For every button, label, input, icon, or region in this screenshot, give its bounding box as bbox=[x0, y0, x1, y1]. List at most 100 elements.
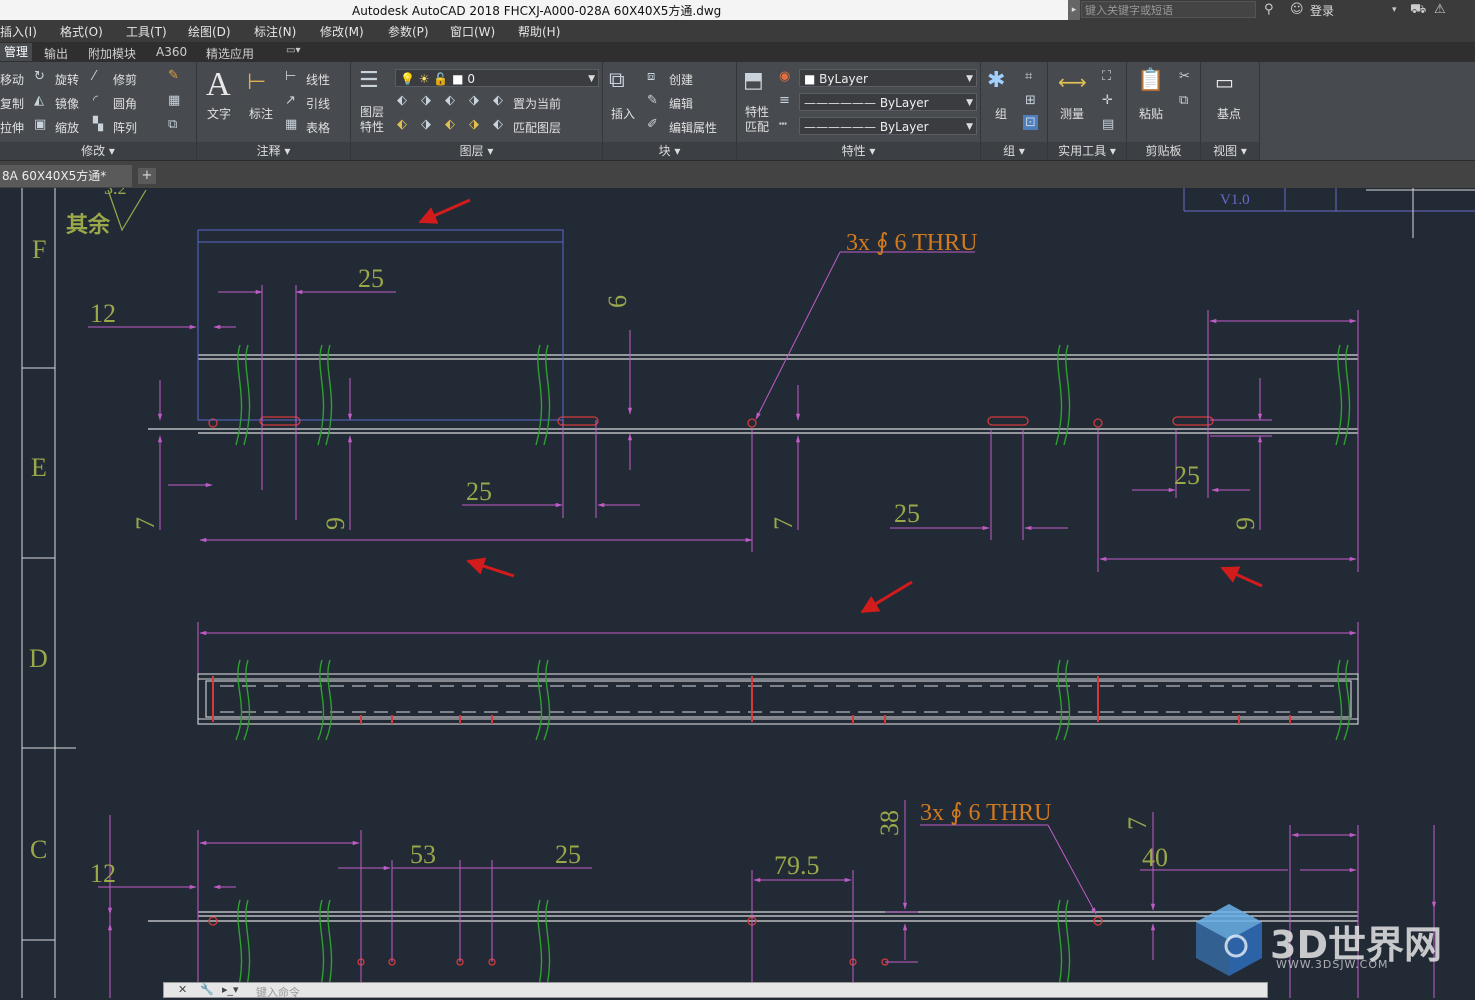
new-tab-button[interactable]: + bbox=[138, 168, 156, 184]
leader-button[interactable]: 引线 bbox=[306, 95, 330, 112]
account-icon[interactable]: ⚠ bbox=[1434, 2, 1446, 17]
panel-utilities-title[interactable]: 实用工具 ▾ bbox=[1048, 142, 1126, 160]
text-icon[interactable]: A bbox=[206, 66, 231, 104]
panel-block-title[interactable]: 块 ▾ bbox=[603, 142, 736, 160]
edit-button[interactable]: 编辑 bbox=[669, 95, 693, 112]
copy-icon[interactable]: ⧉ bbox=[1179, 93, 1188, 108]
menu-tools[interactable]: 工具(T) bbox=[126, 23, 167, 40]
edit-attributes-icon[interactable]: ✐ bbox=[647, 117, 658, 132]
quick-select-icon[interactable]: ⛶ bbox=[1102, 69, 1111, 84]
menu-format[interactable]: 格式(O) bbox=[60, 23, 103, 40]
user-icon[interactable]: ☺ bbox=[1290, 2, 1304, 17]
create-block-icon[interactable]: ⧈ bbox=[647, 69, 655, 84]
match-layer-button[interactable]: 匹配图层 bbox=[513, 119, 561, 136]
layer-tool-icon[interactable]: ⬖ bbox=[445, 117, 455, 132]
trim-button[interactable]: 修剪 bbox=[113, 71, 137, 88]
group-button[interactable]: 组 bbox=[995, 105, 1007, 122]
dimension-icon[interactable]: ⊢ bbox=[247, 70, 266, 95]
cut-icon[interactable]: ✂ bbox=[1179, 69, 1190, 84]
linetype-icon[interactable]: ┅ bbox=[779, 117, 787, 132]
tab-options-icon[interactable]: ▭▾ bbox=[286, 45, 300, 56]
move-button[interactable]: 移动 bbox=[0, 71, 24, 88]
lineweight-dropdown[interactable]: —————— ByLayer ▼ bbox=[799, 117, 977, 135]
paste-icon[interactable]: 📋 bbox=[1137, 68, 1164, 93]
text-button[interactable]: 文字 bbox=[207, 105, 231, 122]
table-icon[interactable]: ▦ bbox=[285, 117, 297, 132]
leader-icon[interactable]: ↗ bbox=[285, 93, 296, 108]
measure-button[interactable]: 测量 bbox=[1060, 105, 1084, 122]
color-wheel-icon[interactable]: ◉ bbox=[779, 69, 790, 84]
group-select-icon[interactable]: ⊡ bbox=[1023, 115, 1038, 130]
match-layer-icon[interactable]: ⬖ bbox=[493, 117, 503, 132]
linetype-dropdown[interactable]: —————— ByLayer ▼ bbox=[799, 93, 977, 111]
menu-parametric[interactable]: 参数(P) bbox=[388, 23, 429, 40]
layer-tool-icon[interactable]: ⬖ bbox=[397, 117, 407, 132]
fillet-icon[interactable]: ◜ bbox=[93, 93, 98, 108]
group-edit-icon[interactable]: ⊞ bbox=[1025, 93, 1036, 108]
tab-featured-apps[interactable]: 精选应用 bbox=[206, 45, 254, 62]
erase-icon[interactable]: ✎ bbox=[168, 68, 179, 83]
layer-tool-icon[interactable]: ⬗ bbox=[421, 117, 431, 132]
menu-help[interactable]: 帮助(H) bbox=[518, 23, 560, 40]
layer-properties-icon[interactable]: ☰ bbox=[359, 68, 379, 93]
close-icon[interactable]: ✕ bbox=[178, 983, 187, 996]
wrench-icon[interactable]: 🔧 bbox=[200, 983, 214, 996]
panel-layers-title[interactable]: 图层 ▾ bbox=[351, 142, 602, 160]
mirror-icon[interactable]: ◭ bbox=[34, 93, 44, 108]
edit-block-icon[interactable]: ✎ bbox=[647, 93, 658, 108]
menu-window[interactable]: 窗口(W) bbox=[450, 23, 495, 40]
scale-button[interactable]: 缩放 bbox=[55, 119, 79, 136]
tab-manage[interactable]: 管理 bbox=[0, 43, 33, 61]
layer-tool-icon[interactable]: ⬖ bbox=[445, 93, 455, 108]
edit-attributes-button[interactable]: 编辑属性 bbox=[669, 119, 717, 136]
panel-clipboard-title[interactable]: 剪贴板 bbox=[1127, 142, 1200, 160]
linear-icon[interactable]: ⊢ bbox=[285, 69, 296, 84]
panel-view-title[interactable]: 视图 ▾ bbox=[1201, 142, 1259, 160]
lineweight-icon[interactable]: ≡ bbox=[779, 93, 790, 108]
layer-properties-button[interactable]: 图层 特性 bbox=[360, 105, 384, 135]
document-tab[interactable]: 8A 60X40X5方通* bbox=[0, 165, 132, 187]
menu-draw[interactable]: 绘图(D) bbox=[188, 23, 231, 40]
scale-icon[interactable]: ▣ bbox=[34, 117, 46, 132]
panel-groups-title[interactable]: 组 ▾ bbox=[981, 142, 1047, 160]
dimension-button[interactable]: 标注 bbox=[249, 105, 273, 122]
search-input[interactable]: 键入关键字或短语 bbox=[1081, 1, 1256, 18]
login-dropdown-icon[interactable]: ▾ bbox=[1392, 5, 1397, 15]
measure-icon[interactable]: ⟷ bbox=[1058, 70, 1087, 94]
base-button[interactable]: 基点 bbox=[1217, 105, 1241, 122]
insert-block-icon[interactable]: ⧉ bbox=[609, 68, 625, 93]
menu-modify[interactable]: 修改(M) bbox=[320, 23, 364, 40]
insert-button[interactable]: 插入 bbox=[611, 105, 635, 122]
menu-dimension[interactable]: 标注(N) bbox=[254, 23, 296, 40]
point-icon[interactable]: ✛ bbox=[1102, 93, 1113, 108]
ungroup-icon[interactable]: ⌗ bbox=[1025, 69, 1032, 84]
match-properties-icon[interactable]: ⬒ bbox=[743, 68, 764, 93]
fillet-button[interactable]: 圆角 bbox=[113, 95, 137, 112]
paste-button[interactable]: 粘贴 bbox=[1139, 105, 1163, 122]
tab-output[interactable]: 输出 bbox=[44, 45, 68, 62]
tab-addins[interactable]: 附加模块 bbox=[88, 45, 136, 62]
layer-tool-icon[interactable]: ⬖ bbox=[397, 93, 407, 108]
drawing-canvas[interactable]: F E D C 3.2 其余 V1.0 12 25 6 7 9 25 7 25 … bbox=[0, 188, 1475, 998]
layer-tool-icon[interactable]: ⬗ bbox=[469, 93, 479, 108]
command-line[interactable]: ✕ 🔧 ▸_▾ 键入命令 bbox=[163, 982, 1268, 999]
rotate-button[interactable]: 旋转 bbox=[55, 71, 79, 88]
array-button[interactable]: 阵列 bbox=[113, 119, 137, 136]
color-dropdown[interactable]: ■ ByLayer ▼ bbox=[799, 69, 977, 87]
layer-dropdown[interactable]: 💡 ☀ 🔓 ■ 0 ▼ bbox=[395, 69, 599, 87]
prompt-icon[interactable]: ▸_▾ bbox=[222, 983, 239, 996]
cart-icon[interactable]: ⛟ bbox=[1410, 2, 1426, 19]
create-button[interactable]: 创建 bbox=[669, 71, 693, 88]
table-button[interactable]: 表格 bbox=[306, 119, 330, 136]
expand-arrow-icon[interactable]: ▸ bbox=[1068, 0, 1080, 20]
trim-icon[interactable]: ⁄ bbox=[93, 69, 95, 84]
linear-button[interactable]: 线性 bbox=[306, 71, 330, 88]
panel-modify-title[interactable]: 修改 ▾ bbox=[0, 142, 196, 160]
stretch-button[interactable]: 拉伸 bbox=[0, 119, 24, 136]
offset-icon[interactable]: ⧉ bbox=[168, 117, 177, 132]
panel-annotation-title[interactable]: 注释 ▾ bbox=[197, 142, 350, 160]
make-current-icon[interactable]: ⬖ bbox=[493, 93, 503, 108]
layer-tool-icon[interactable]: ⬗ bbox=[469, 117, 479, 132]
binoculars-icon[interactable]: ⚲ bbox=[1264, 2, 1274, 17]
array-icon[interactable]: ▚ bbox=[93, 117, 103, 132]
